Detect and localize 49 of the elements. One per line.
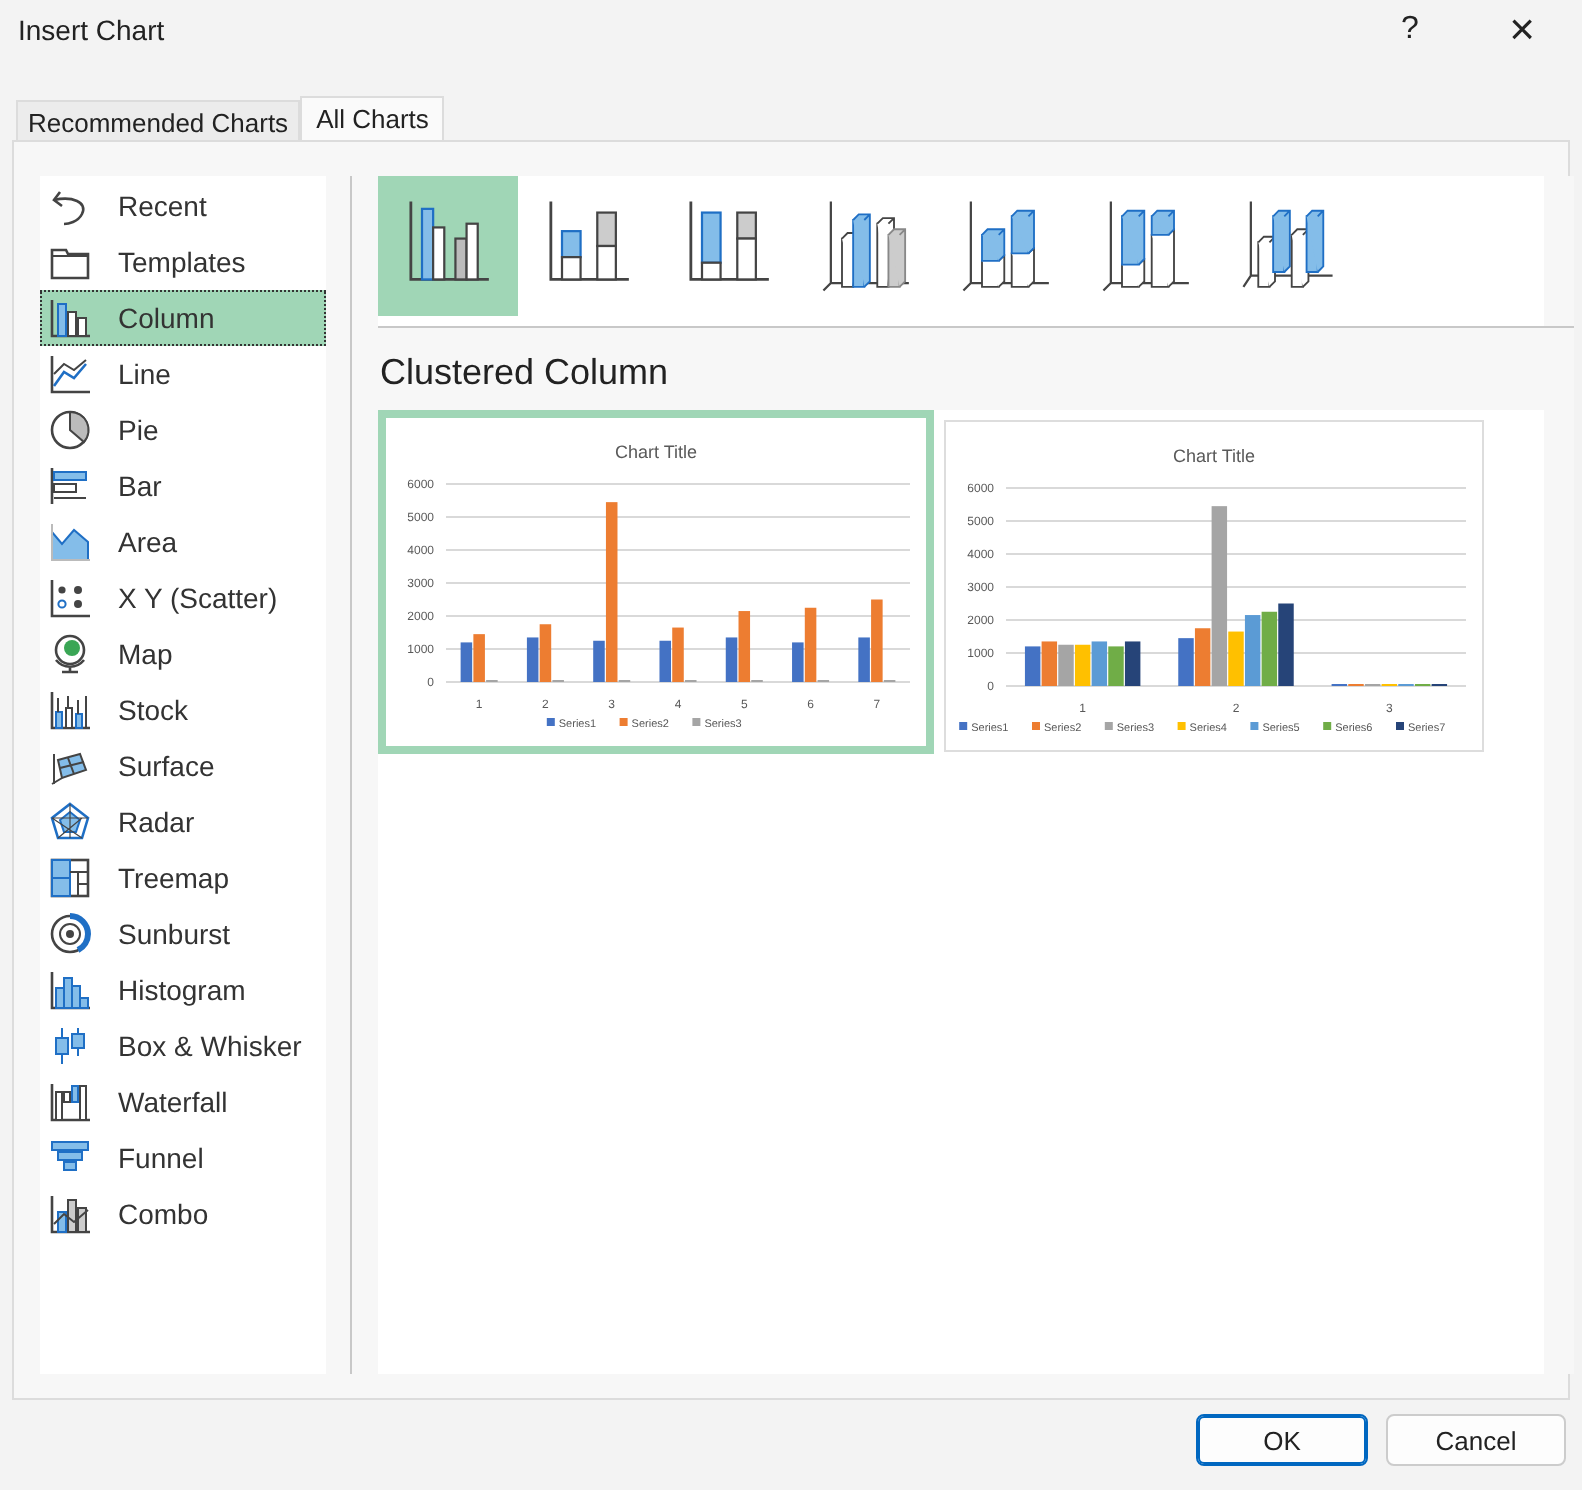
pie-chart-icon <box>48 408 92 452</box>
bar <box>1261 611 1278 686</box>
chart-title: Chart Title <box>615 442 697 462</box>
waterfall-icon <box>48 1080 92 1124</box>
bar <box>1074 644 1091 686</box>
chart-type-item[interactable]: Pie <box>40 402 326 458</box>
chart-type-item[interactable]: Templates <box>40 234 326 290</box>
help-button[interactable]: ? <box>1354 0 1466 60</box>
treemap-icon <box>48 856 92 900</box>
tab[interactable]: Recommended Charts <box>16 100 301 140</box>
ok-button[interactable]: OK <box>1196 1414 1368 1466</box>
chart-title: Chart Title <box>1173 446 1255 466</box>
histogram-icon <box>48 968 92 1012</box>
bar <box>1024 646 1041 686</box>
chart-type-item[interactable]: Surface <box>40 738 326 794</box>
tab[interactable]: All Charts <box>300 96 445 140</box>
radar-chart-icon <box>48 800 92 844</box>
bar <box>1244 615 1261 686</box>
chart-type-item[interactable]: Box & Whisker <box>40 1018 326 1074</box>
chart-type-item[interactable]: Bar <box>40 458 326 514</box>
chart-type-item[interactable]: Radar <box>40 794 326 850</box>
chart-subtype-option[interactable] <box>378 176 518 316</box>
window-title: Insert Chart <box>18 14 167 46</box>
chart-type-item[interactable]: Column <box>40 290 326 346</box>
chart-type-item[interactable]: Stock <box>40 682 326 738</box>
chart-type-item[interactable]: Combo <box>40 1186 326 1242</box>
chart-type-item[interactable]: Recent <box>40 178 326 234</box>
chart-type-item[interactable]: Treemap <box>40 850 326 906</box>
chart-type-item[interactable]: Map <box>40 626 326 682</box>
combo-chart-icon <box>48 1192 92 1236</box>
bar <box>1091 641 1108 686</box>
column-chart-icon <box>48 296 92 340</box>
bar <box>1041 641 1058 686</box>
scatter-chart-icon <box>48 576 92 620</box>
bar-chart-icon <box>48 464 92 508</box>
sunburst-icon <box>48 912 92 956</box>
close-button[interactable]: × <box>1466 0 1578 60</box>
chart-type-item[interactable]: Funnel <box>40 1130 326 1186</box>
area-chart-icon <box>48 520 92 564</box>
chart-type-item[interactable]: Sunburst <box>40 906 326 962</box>
chart-type-item[interactable]: Line <box>40 346 326 402</box>
stock-chart-icon <box>48 688 92 732</box>
cancel-button[interactable]: Cancel <box>1386 1414 1566 1466</box>
bar <box>1124 641 1141 686</box>
chart-type-item[interactable]: Histogram <box>40 962 326 1018</box>
chart-type-item[interactable]: X Y (Scatter) <box>40 570 326 626</box>
chart-type-item[interactable]: Waterfall <box>40 1074 326 1130</box>
chart-type-item[interactable]: Area <box>40 514 326 570</box>
line-chart-icon <box>48 352 92 396</box>
